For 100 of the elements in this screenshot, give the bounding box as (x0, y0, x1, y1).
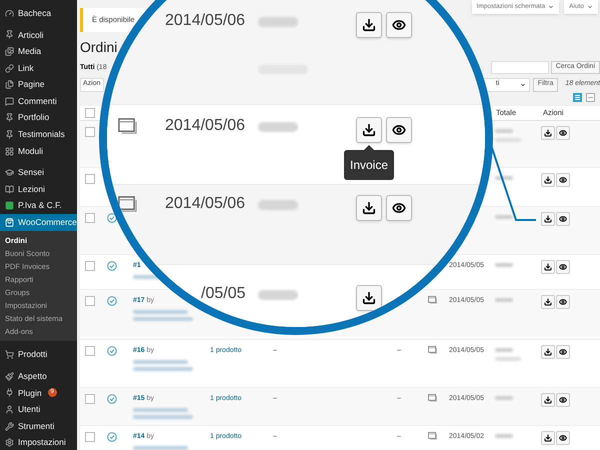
download-button[interactable] (356, 285, 382, 311)
blurred-text (133, 414, 193, 418)
view-button[interactable] (556, 126, 570, 140)
plug-icon (5, 388, 14, 398)
blurred-text (495, 176, 513, 180)
checkbox[interactable] (85, 261, 95, 271)
download-button[interactable] (541, 431, 555, 445)
pages-icon (5, 80, 14, 90)
square-icon (5, 201, 14, 210)
sidebar-item[interactable]: P.Iva & C.F. (0, 198, 77, 214)
eye-icon (559, 263, 567, 271)
settings-icon (5, 438, 14, 448)
order-date: 2014/05/06 (165, 12, 246, 30)
download-button[interactable] (356, 117, 382, 143)
download-icon (544, 298, 552, 306)
download-icon (544, 348, 552, 356)
blurred-text (495, 298, 513, 302)
eye-icon (559, 348, 567, 356)
checkbox[interactable] (85, 432, 95, 442)
checkbox[interactable] (85, 174, 95, 184)
sidebar-item[interactable]: Strumenti (0, 418, 77, 434)
blurred-text (258, 122, 298, 132)
download-button[interactable] (541, 126, 555, 140)
user-icon (5, 405, 14, 414)
view-button[interactable] (386, 117, 412, 143)
sidebar-item[interactable]: Articoli (0, 26, 77, 44)
blurred-text (495, 129, 513, 133)
view-button[interactable] (556, 260, 570, 274)
blurred-text (258, 17, 298, 27)
page-title: Ordini (80, 39, 118, 55)
view-button[interactable] (556, 393, 570, 407)
checkbox[interactable] (85, 108, 95, 118)
sidebar-item[interactable]: Sensei (0, 164, 77, 181)
eye-icon (559, 396, 567, 404)
cart-icon (5, 350, 14, 360)
view-button[interactable] (556, 431, 570, 445)
caret-icon (587, 4, 593, 10)
sidebar-item[interactable]: Utenti (0, 401, 77, 418)
checkbox[interactable] (85, 296, 95, 306)
list-view-icon[interactable] (573, 93, 582, 102)
gauge-icon (5, 8, 14, 18)
sidebar-item[interactable]: Testimonials (0, 126, 77, 143)
blurred-text (258, 290, 298, 300)
download-button[interactable] (541, 173, 555, 187)
brush-icon (5, 372, 14, 381)
grid-icon (5, 146, 14, 156)
sidebar-item[interactable]: Bacheca (0, 5, 77, 22)
eye-icon (559, 298, 567, 306)
graduation-cap-icon (5, 168, 14, 178)
download-icon (544, 176, 552, 184)
sidebar-item[interactable]: Media (0, 43, 77, 60)
link-icon (5, 64, 14, 73)
view-button[interactable] (556, 212, 570, 226)
checkbox[interactable] (85, 394, 95, 404)
download-button[interactable] (541, 260, 555, 274)
eye-icon (559, 434, 567, 442)
sidebar-item[interactable]: Prodotti (0, 346, 77, 364)
checkbox[interactable] (85, 346, 95, 356)
eye-icon (392, 18, 406, 32)
sidebar-item[interactable]: Aspetto (0, 368, 77, 385)
pin-icon (5, 30, 14, 40)
view-button[interactable] (386, 12, 412, 38)
caret-icon (520, 82, 526, 88)
eye-icon (559, 129, 567, 137)
download-button[interactable] (541, 393, 555, 407)
sidebar-item[interactable]: Pagine (0, 76, 77, 93)
blurred-text (495, 215, 513, 219)
download-icon (544, 215, 552, 223)
view-button[interactable] (556, 173, 570, 187)
blurred-text (495, 348, 513, 352)
download-icon (544, 434, 552, 442)
download-button[interactable] (541, 212, 555, 226)
sidebar-item[interactable]: WooCommerce (0, 214, 77, 231)
sidebar-item[interactable]: Lezioni (0, 180, 77, 198)
download-button[interactable] (541, 295, 555, 309)
blurred-text (133, 310, 188, 314)
sidebar-item[interactable]: Portfolio (0, 110, 77, 126)
sidebar-item[interactable]: Link (0, 60, 77, 76)
eye-icon (559, 215, 567, 223)
view-button[interactable] (556, 295, 570, 309)
download-icon (544, 263, 552, 271)
caret-icon (548, 4, 554, 10)
view-button[interactable] (386, 195, 412, 221)
sidebar-item[interactable]: Impostazioni (0, 434, 77, 450)
search-field[interactable] (490, 61, 549, 74)
pin-icon (5, 113, 14, 122)
sidebar-item[interactable]: Moduli (0, 142, 77, 160)
blurred-text (133, 408, 188, 412)
checkbox[interactable] (85, 213, 95, 223)
order-date: 2014/05/06 (165, 195, 246, 213)
download-button[interactable] (356, 12, 382, 38)
sidebar-item[interactable]: Commenti (0, 92, 77, 110)
wrench-icon (5, 422, 14, 431)
download-button[interactable] (356, 195, 382, 221)
view-button[interactable] (556, 345, 570, 359)
images-icon (5, 46, 14, 56)
download-button[interactable] (541, 345, 555, 359)
checkbox[interactable] (85, 127, 95, 137)
order-date: /05/05 (201, 285, 246, 303)
speech-bubble-icon (5, 96, 14, 106)
